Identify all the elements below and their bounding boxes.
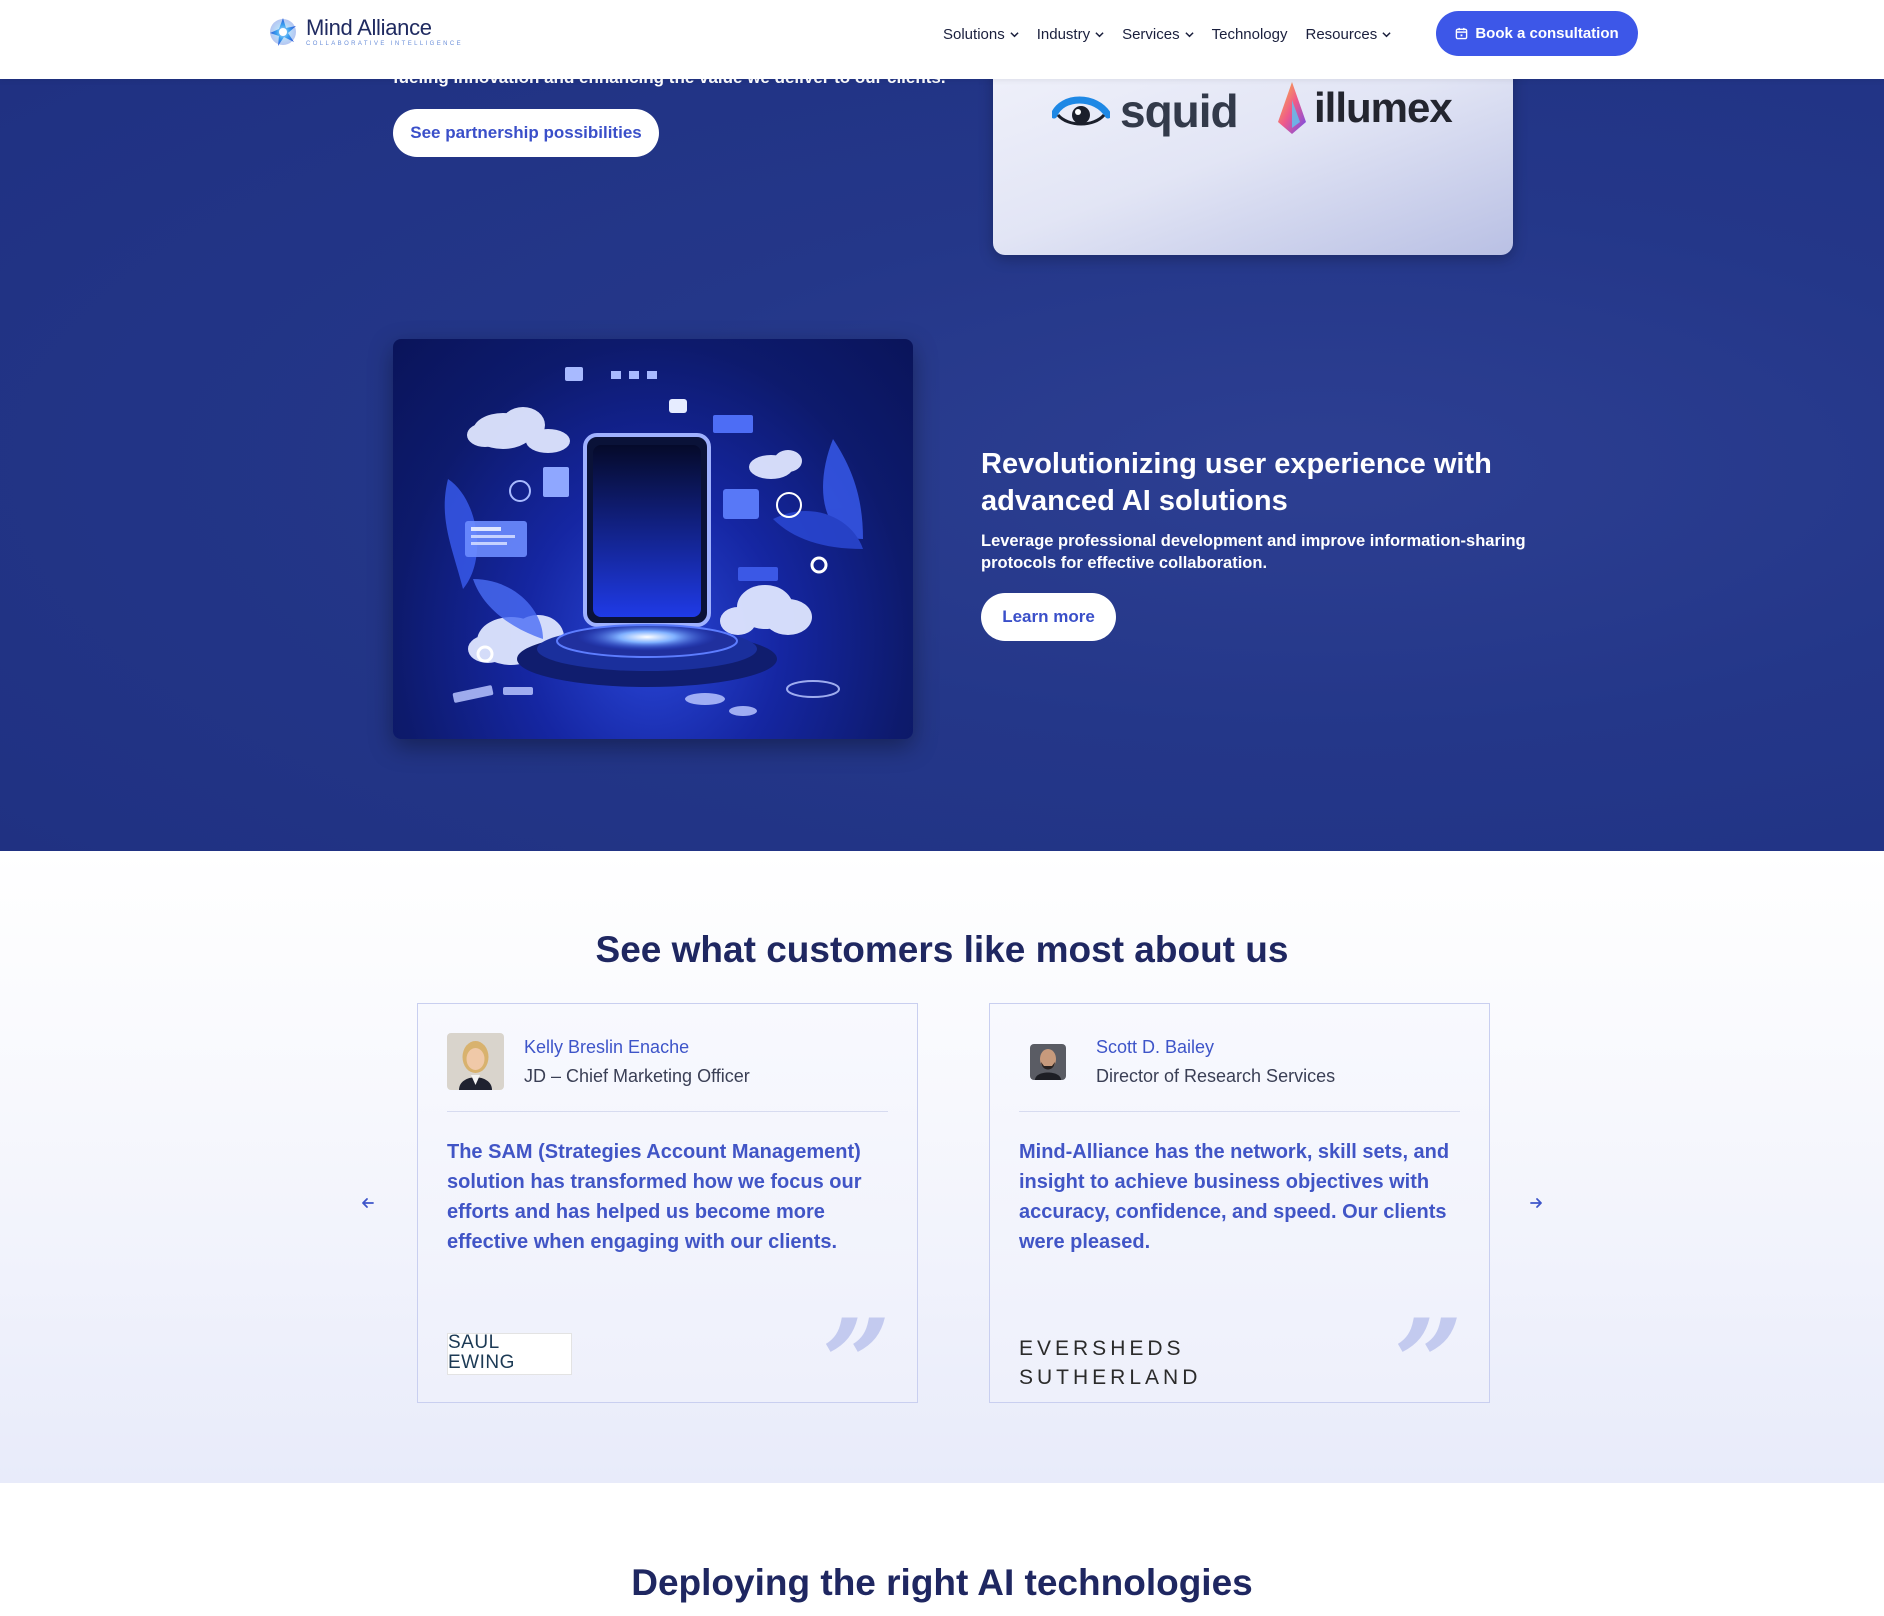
- testimonial-quote: The SAM (Strategies Account Management) …: [447, 1141, 862, 1253]
- main-nav: Solutions Industry Services Technology R…: [943, 22, 1409, 46]
- person-name: Scott D. Bailey: [1096, 1037, 1215, 1057]
- see-partnership-button[interactable]: See partnership possibilities: [393, 109, 659, 157]
- chevron-down-icon: [1095, 31, 1104, 37]
- brand-name: Mind Alliance: [306, 15, 432, 40]
- person-name: Kelly Breslin Enache: [524, 1037, 690, 1057]
- squid-eye-icon: [1052, 96, 1110, 126]
- ai-phone-illustration: [393, 339, 913, 739]
- nav-solutions[interactable]: Solutions: [943, 26, 1019, 43]
- illumex-logo-text: illumex: [1314, 84, 1453, 131]
- person-role: JD – Chief Marketing Officer: [524, 1066, 750, 1086]
- brand-tagline: COLLABORATIVE INTELLIGENCE: [306, 41, 463, 47]
- nav-solutions-label: Solutions: [943, 25, 1005, 43]
- chevron-down-icon: [1185, 31, 1194, 37]
- nav-industry[interactable]: Industry: [1037, 26, 1104, 43]
- chevron-down-icon: [1010, 31, 1019, 37]
- squid-logo: squid: [1052, 84, 1239, 138]
- testimonials-title: See what customers like most about us: [595, 929, 1289, 970]
- feature-description: Leverage professional development and im…: [981, 532, 1526, 572]
- saul-ewing-logo-text: SAUL EWING: [448, 1332, 515, 1373]
- feature-heading: Revolutionizing user experience with adv…: [981, 448, 1492, 517]
- learn-more-button[interactable]: Learn more: [981, 593, 1116, 641]
- illumex-logo: illumex: [1276, 80, 1453, 136]
- chevron-down-icon: [1382, 31, 1391, 37]
- site-header: Mind Alliance COLLABORATIVE INTELLIGENCE…: [0, 0, 1884, 79]
- nav-services-label: Services: [1122, 25, 1180, 43]
- divider: [447, 1111, 888, 1112]
- nav-services[interactable]: Services: [1122, 26, 1194, 43]
- quote-mark-icon: ”: [1393, 1293, 1463, 1434]
- book-consultation-button[interactable]: Book a consultation: [1436, 11, 1638, 56]
- testimonial-quote: Mind-Alliance has the network, skill set…: [1019, 1141, 1450, 1253]
- arrow-right-icon[interactable]: [1525, 1193, 1549, 1213]
- nav-resources-label: Resources: [1305, 25, 1378, 43]
- brand-logo[interactable]: Mind Alliance COLLABORATIVE INTELLIGENCE: [266, 15, 463, 49]
- eversheds-sutherland-logo: EVERSHEDS SUTHERLAND: [1019, 1334, 1201, 1392]
- saul-ewing-logo: SAUL EWING: [447, 1333, 572, 1375]
- nav-industry-label: Industry: [1036, 25, 1091, 43]
- squid-logo-text: squid: [1120, 85, 1239, 137]
- nav-technology-label: Technology: [1211, 25, 1288, 43]
- partners-feature-section: fueling innovation and enhancing the val…: [0, 0, 1884, 851]
- deploying-ai-title: Deploying the right AI technologies: [631, 1562, 1253, 1603]
- eversheds-logo-line2: SUTHERLAND: [1019, 1366, 1202, 1389]
- avatar: [447, 1033, 504, 1090]
- testimonial-card: Kelly Breslin Enache JD – Chief Marketin…: [417, 1003, 918, 1424]
- testimonial-card: Scott D. Bailey Director of Research Ser…: [989, 1003, 1490, 1424]
- star-logo-icon: [270, 18, 296, 46]
- nav-resources[interactable]: Resources: [1306, 26, 1392, 43]
- quote-mark-icon: ”: [821, 1293, 891, 1434]
- divider: [1019, 1111, 1460, 1112]
- avatar: [1030, 1044, 1066, 1080]
- illumex-flame-icon: [1278, 82, 1306, 134]
- arrow-left-icon[interactable]: [357, 1193, 381, 1213]
- book-consultation-label: Book a consultation: [1475, 25, 1619, 42]
- calendar-icon: [1456, 27, 1468, 40]
- person-role: Director of Research Services: [1096, 1066, 1336, 1086]
- nav-technology[interactable]: Technology: [1212, 26, 1288, 43]
- eversheds-logo-line1: EVERSHEDS: [1019, 1337, 1185, 1360]
